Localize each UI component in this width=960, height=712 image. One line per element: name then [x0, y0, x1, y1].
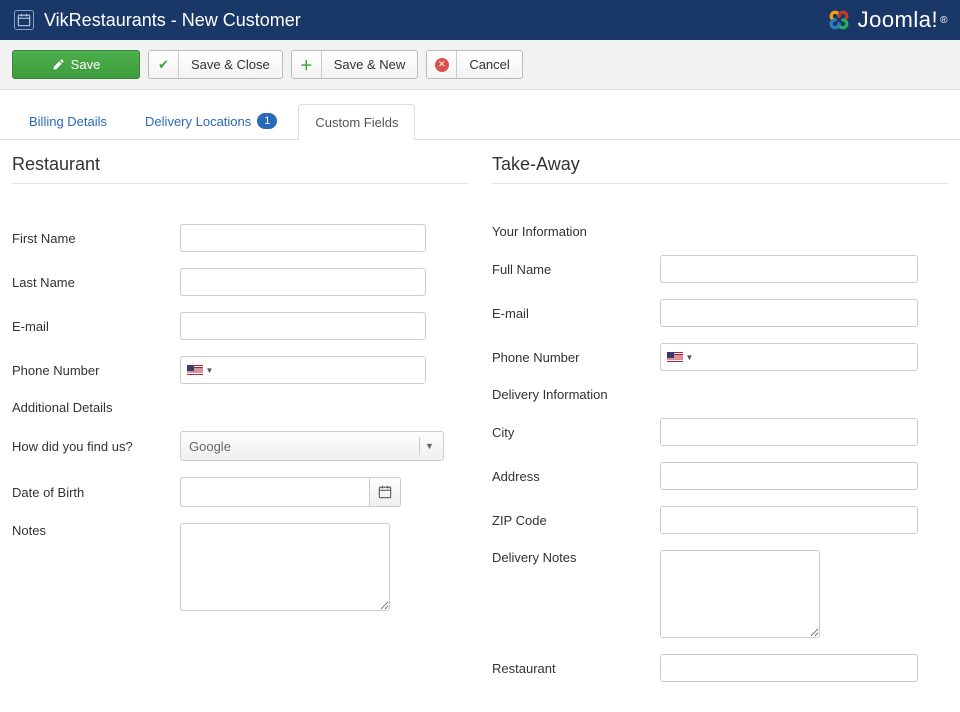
tab-bar: Billing Details Delivery Locations 1 Cus… — [0, 90, 960, 140]
save-button[interactable]: Save — [12, 50, 140, 79]
phone-country-selector[interactable]: ▼ — [181, 357, 219, 383]
calendar-icon — [14, 10, 34, 30]
calendar-icon — [378, 485, 392, 499]
chevron-down-icon: ▼ — [686, 353, 694, 362]
address-input[interactable] — [660, 462, 918, 490]
cancel-label: Cancel — [457, 51, 521, 78]
takeaway-section: Take-Away Your Information Full Name E-m… — [492, 154, 948, 698]
save-label: Save — [71, 57, 101, 72]
last-name-input[interactable] — [180, 268, 426, 296]
label-delivery-notes: Delivery Notes — [492, 550, 660, 565]
registered-mark: ® — [940, 15, 948, 26]
save-close-button[interactable]: ✔ Save & Close — [148, 50, 283, 79]
check-icon: ✔ — [149, 51, 179, 78]
delivery-count-badge: 1 — [257, 113, 277, 129]
form-content: Restaurant First Name Last Name E-mail P… — [0, 140, 960, 712]
ta-restaurant-input[interactable] — [660, 654, 918, 682]
email-input[interactable] — [180, 312, 426, 340]
first-name-input[interactable] — [180, 224, 426, 252]
takeaway-heading: Take-Away — [492, 154, 948, 184]
tab-delivery-label: Delivery Locations — [145, 114, 251, 129]
page-title: VikRestaurants - New Customer — [44, 10, 826, 31]
label-ta-email: E-mail — [492, 306, 660, 321]
full-name-input[interactable] — [660, 255, 918, 283]
tab-custom-fields[interactable]: Custom Fields — [298, 104, 415, 140]
label-how-find: How did you find us? — [12, 439, 180, 454]
restaurant-section: Restaurant First Name Last Name E-mail P… — [12, 154, 468, 698]
label-phone: Phone Number — [12, 363, 180, 378]
label-address: Address — [492, 469, 660, 484]
flag-us-icon — [187, 365, 203, 376]
dob-calendar-button[interactable] — [369, 477, 401, 507]
chevron-down-icon: ▼ — [206, 366, 214, 375]
phone-field: ▼ — [180, 356, 426, 384]
your-info-heading: Your Information — [492, 224, 948, 239]
brand-name: Joomla! — [858, 7, 939, 33]
flag-us-icon — [667, 352, 683, 363]
tab-billing-details[interactable]: Billing Details — [12, 103, 124, 139]
ta-email-input[interactable] — [660, 299, 918, 327]
dob-field — [180, 477, 401, 507]
joomla-mark-icon — [826, 7, 852, 33]
delivery-info-heading: Delivery Information — [492, 387, 948, 402]
phone-input[interactable] — [219, 357, 425, 383]
ta-phone-country-selector[interactable]: ▼ — [661, 344, 699, 370]
dob-input[interactable] — [180, 477, 369, 507]
how-find-value: Google — [189, 439, 419, 454]
label-email: E-mail — [12, 319, 180, 334]
tab-billing-label: Billing Details — [29, 114, 107, 129]
label-ta-phone: Phone Number — [492, 350, 660, 365]
admin-header: VikRestaurants - New Customer Joomla!® — [0, 0, 960, 40]
label-last-name: Last Name — [12, 275, 180, 290]
cancel-button[interactable]: Cancel — [426, 50, 522, 79]
notes-textarea[interactable] — [180, 523, 390, 611]
cancel-icon — [427, 51, 457, 78]
additional-details-heading: Additional Details — [12, 400, 468, 415]
save-close-label: Save & Close — [179, 51, 282, 78]
how-find-select[interactable]: Google ▼ — [180, 431, 444, 461]
label-first-name: First Name — [12, 231, 180, 246]
zip-input[interactable] — [660, 506, 918, 534]
city-input[interactable] — [660, 418, 918, 446]
label-full-name: Full Name — [492, 262, 660, 277]
label-zip: ZIP Code — [492, 513, 660, 528]
action-toolbar: Save ✔ Save & Close ＋ Save & New Cancel — [0, 40, 960, 90]
label-ta-restaurant: Restaurant — [492, 661, 660, 676]
pencil-icon — [52, 58, 65, 71]
chevron-down-icon: ▼ — [419, 437, 439, 455]
tab-custom-label: Custom Fields — [315, 115, 398, 130]
save-new-label: Save & New — [322, 51, 418, 78]
joomla-logo: Joomla!® — [826, 7, 948, 33]
label-notes: Notes — [12, 523, 180, 538]
ta-phone-field: ▼ — [660, 343, 918, 371]
label-dob: Date of Birth — [12, 485, 180, 500]
tab-delivery-locations[interactable]: Delivery Locations 1 — [128, 102, 294, 139]
label-city: City — [492, 425, 660, 440]
ta-phone-input[interactable] — [699, 344, 917, 370]
restaurant-heading: Restaurant — [12, 154, 468, 184]
save-new-button[interactable]: ＋ Save & New — [291, 50, 419, 79]
delivery-notes-textarea[interactable] — [660, 550, 820, 638]
plus-icon: ＋ — [292, 51, 322, 78]
